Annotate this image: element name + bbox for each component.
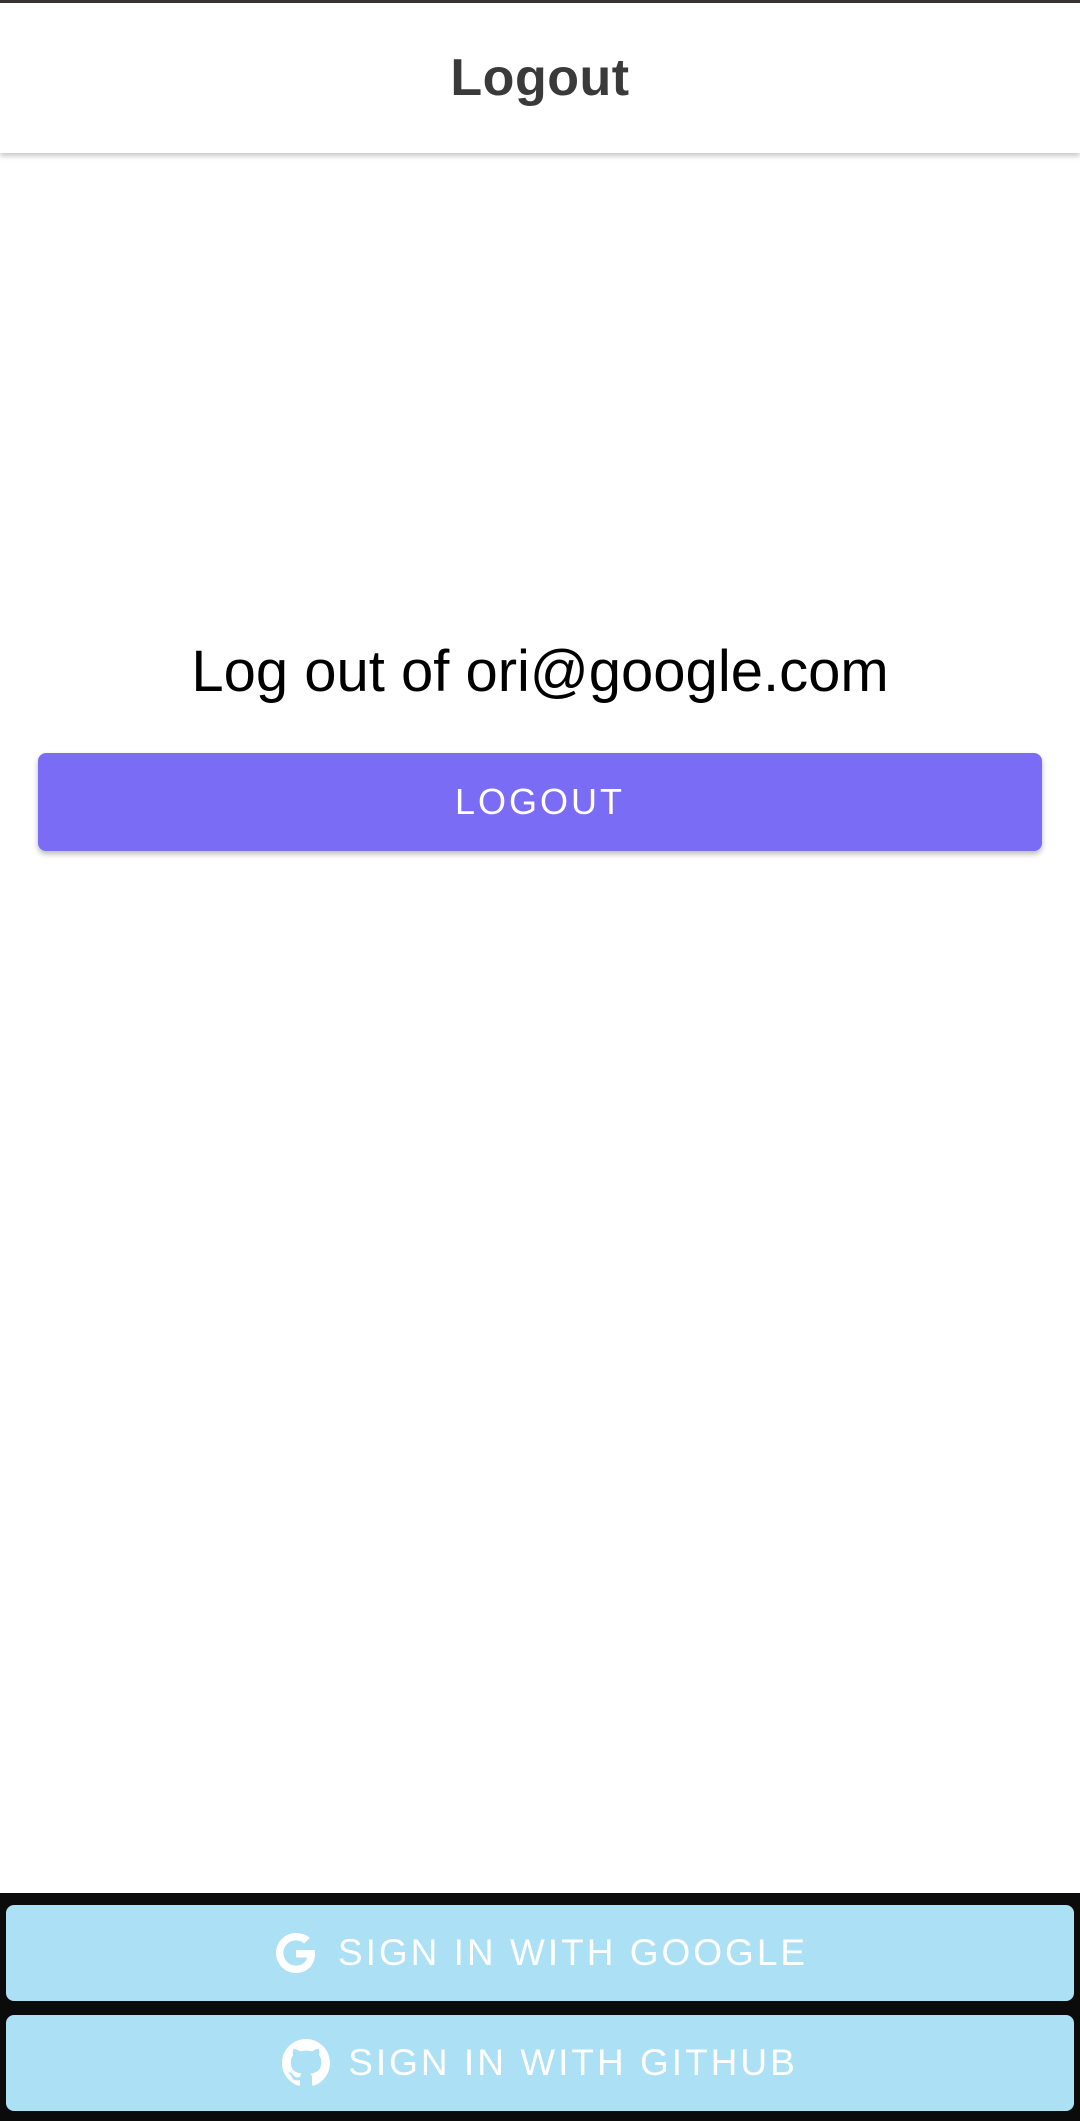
logout-heading: Log out of ori@google.com	[191, 639, 889, 704]
logout-screen: Logout Log out of ori@google.com LOGOUT …	[0, 0, 1080, 2121]
sign-in-github-label: SIGN IN WITH GITHUB	[348, 2042, 798, 2083]
page-title: Logout	[450, 49, 630, 107]
sign-in-google-button[interactable]: SIGN IN WITH GOOGLE	[6, 1905, 1074, 2001]
google-icon	[272, 1929, 320, 1977]
sign-in-google-label: SIGN IN WITH GOOGLE	[337, 1932, 809, 1973]
app-bar: Logout	[0, 3, 1080, 153]
logout-button[interactable]: LOGOUT	[38, 753, 1042, 851]
github-icon	[282, 2039, 331, 2087]
sign-in-github-button[interactable]: SIGN IN WITH GITHUB	[6, 2015, 1074, 2111]
sign-in-bar: SIGN IN WITH GOOGLE SIGN IN WITH GITHUB	[0, 1893, 1080, 2121]
main-content: Log out of ori@google.com LOGOUT	[0, 153, 1080, 1893]
